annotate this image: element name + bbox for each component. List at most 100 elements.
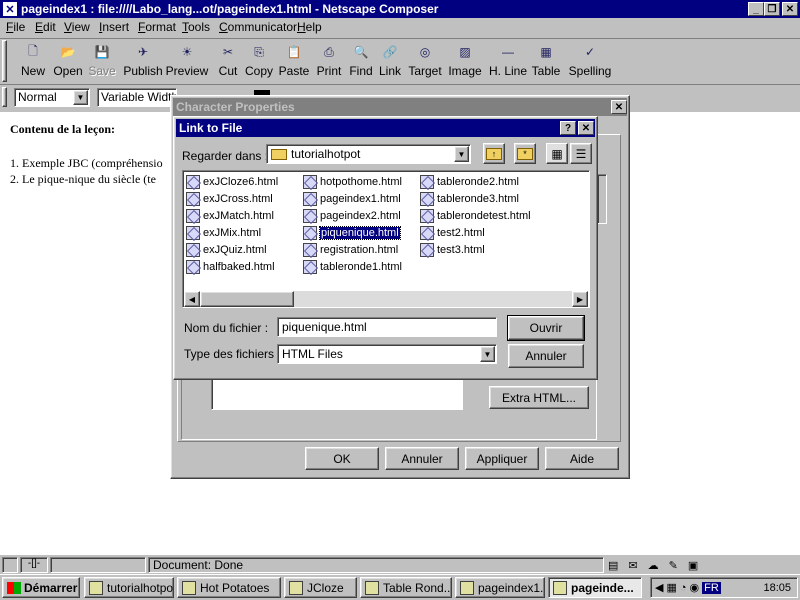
open-icon: 📂 [60, 45, 76, 59]
toolbar-table-button[interactable]: ▦ Table [527, 42, 565, 80]
file-name: tableronde3.html [437, 193, 519, 205]
apply-button[interactable]: Appliquer [465, 447, 539, 470]
toolbar-publish-button[interactable]: ✈ Publish [118, 42, 168, 80]
taskbar-task[interactable]: pageindex1... [455, 577, 545, 598]
publish-icon: ✈ [137, 45, 149, 59]
file-item[interactable]: exJMix.html [186, 225, 261, 241]
font-select[interactable]: Variable Width [97, 88, 177, 107]
file-name: halfbaked.html [203, 261, 275, 273]
tray-app2-icon[interactable]: ◉ [690, 581, 700, 594]
file-item[interactable]: halfbaked.html [186, 259, 275, 275]
taskbar-task[interactable]: pageinde... [548, 577, 642, 598]
file-item[interactable]: test3.html [420, 242, 485, 258]
system-tray: ◀ ▦ ◔ ◉ FR 18:05 [650, 577, 798, 598]
file-item[interactable]: tablerondetest.html [420, 208, 531, 224]
taskbar-task[interactable]: Hot Potatoes [177, 577, 281, 598]
link-cancel-button[interactable]: Annuler [508, 344, 584, 368]
help-button[interactable]: Aide [545, 447, 619, 470]
start-button[interactable]: Démarrer [2, 577, 80, 598]
toolbar-copy-button[interactable]: ⎘ Copy [240, 42, 278, 80]
new-folder-button[interactable]: * [514, 143, 536, 164]
file-item[interactable]: tableronde1.html [303, 259, 402, 275]
link-dialog-title-bar[interactable]: Link to File [176, 119, 595, 137]
menu-insert[interactable]: Insert [99, 20, 129, 36]
up-one-level-button[interactable]: ↑ [483, 143, 505, 164]
right-scroll-field[interactable] [597, 174, 607, 224]
file-item[interactable]: test2.html [420, 225, 485, 241]
toolbar-paste-button[interactable]: 📋 Paste [274, 42, 314, 80]
extra-html-button[interactable]: Extra HTML... [489, 386, 589, 409]
cancel-button[interactable]: Annuler [385, 447, 459, 470]
security-lock-icon[interactable] [2, 557, 18, 573]
file-name: exJMatch.html [203, 210, 274, 222]
toolbar-print-button[interactable]: ⎙ Print [311, 42, 347, 80]
file-item[interactable]: exJQuiz.html [186, 242, 267, 258]
online-status-icon[interactable]: -[]- [20, 557, 48, 573]
file-item[interactable]: registration.html [303, 242, 398, 258]
network-icon[interactable]: ▦ [666, 581, 676, 594]
navigator-icon[interactable]: ▤ [608, 559, 618, 572]
discussion-icon[interactable]: ☁ [648, 559, 659, 572]
menu-file[interactable]: File [6, 20, 25, 36]
menu-communicator[interactable]: Communicator [219, 20, 297, 36]
menu-help[interactable]: Help [297, 20, 322, 36]
toolbar-label: Publish [123, 64, 163, 78]
formatbar-grip[interactable] [2, 87, 7, 107]
details-view-button[interactable]: ☰ [570, 143, 592, 164]
file-item[interactable]: hotpothome.html [303, 174, 402, 190]
menu-tools[interactable]: Tools [182, 20, 210, 36]
paragraph-style-select[interactable]: Normal ▼ [14, 88, 90, 107]
chevron-down-icon[interactable]: ▼ [480, 346, 495, 362]
menu-edit[interactable]: Edit [35, 20, 56, 36]
file-item[interactable]: exJCloze6.html [186, 174, 278, 190]
language-indicator[interactable]: FR [702, 581, 721, 594]
char-props-close-button[interactable]: ✕ [611, 100, 627, 114]
composer-icon[interactable]: ✎ [669, 559, 678, 572]
list-view-button[interactable]: ▦ [546, 143, 568, 164]
open-button[interactable]: Ouvrir [507, 315, 585, 341]
scroll-thumb[interactable] [200, 291, 294, 307]
toolbar-grip[interactable] [2, 40, 7, 82]
file-item[interactable]: piquenique.html [303, 225, 401, 241]
ok-button[interactable]: OK [305, 447, 379, 470]
file-item[interactable]: tableronde2.html [420, 174, 519, 190]
file-item[interactable]: pageindex2.html [303, 208, 401, 224]
maximize-button[interactable]: ❐ [764, 2, 780, 16]
scroll-left-button[interactable]: ◀ [184, 291, 200, 307]
close-button[interactable]: ✕ [782, 2, 798, 16]
chevron-down-icon[interactable]: ▼ [454, 146, 469, 162]
toolbar-spelling-button[interactable]: ✓ Spelling [563, 42, 617, 80]
toolbar-image-button[interactable]: ▨ Image [443, 42, 487, 80]
link-dialog-close-button[interactable]: ✕ [578, 121, 594, 135]
minimize-button[interactable]: _ [748, 2, 764, 16]
horizontal-scrollbar[interactable]: ◀ ▶ [184, 291, 588, 307]
file-type-select[interactable]: HTML Files ▼ [277, 344, 497, 364]
file-item[interactable]: tableronde3.html [420, 191, 519, 207]
help-question-button[interactable]: ? [560, 121, 576, 135]
html-file-icon [186, 260, 200, 274]
taskbar-task[interactable]: JCloze [284, 577, 357, 598]
file-list[interactable]: exJCloze6.html exJCross.html exJMatch.html… [182, 170, 590, 308]
address-book-icon[interactable]: ▣ [688, 559, 698, 572]
menu-format[interactable]: Format [138, 20, 176, 36]
toolbar-h-line-button[interactable]: — H. Line [485, 42, 531, 80]
toolbar-label: Cut [218, 64, 238, 78]
toolbar-target-button[interactable]: ◎ Target [404, 42, 446, 80]
volume-icon[interactable]: ◀ [655, 581, 663, 594]
menu-view[interactable]: View [64, 20, 90, 36]
main-title-bar[interactable]: ✕ pageindex1 : file:////Labo_lang...ot/p… [0, 0, 800, 18]
chevron-down-icon[interactable]: ▼ [73, 90, 88, 105]
tray-app-icon[interactable]: ◔ [680, 582, 687, 594]
file-item[interactable]: exJCross.html [186, 191, 273, 207]
mail-icon[interactable]: ✉ [628, 559, 637, 572]
look-in-select[interactable]: tutorialhotpot ▼ [266, 144, 471, 164]
toolbar-preview-button[interactable]: ☀ Preview [162, 42, 212, 80]
toolbar-link-button[interactable]: 🔗 Link [373, 42, 407, 80]
taskbar-task[interactable]: Table Rond... [360, 577, 452, 598]
file-item[interactable]: exJMatch.html [186, 208, 274, 224]
char-props-title-bar[interactable]: Character Properties [173, 98, 627, 116]
file-item[interactable]: pageindex1.html [303, 191, 401, 207]
scroll-right-button[interactable]: ▶ [572, 291, 588, 307]
filename-input[interactable]: piquenique.html [277, 317, 497, 337]
taskbar-task[interactable]: tutorialhotpot [84, 577, 174, 598]
